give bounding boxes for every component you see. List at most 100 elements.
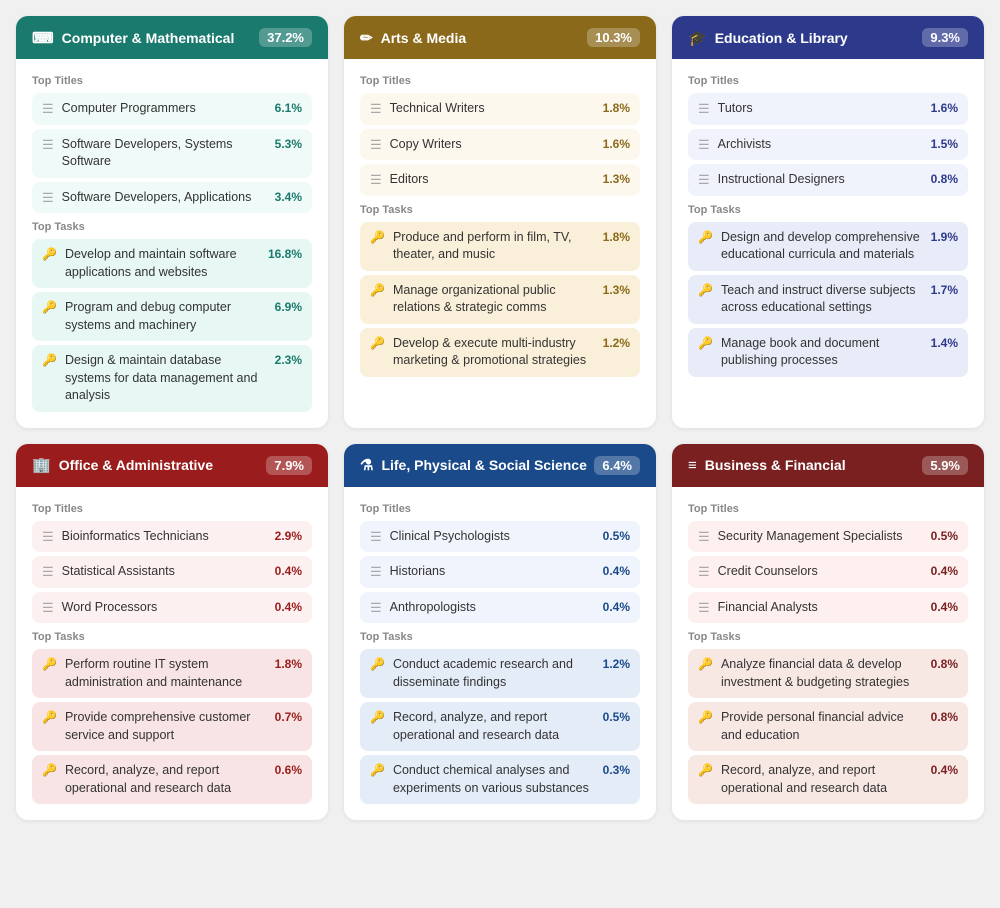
titles-section-label: Top Titles (360, 503, 640, 515)
title-icon: ☰ (370, 172, 382, 188)
task-icon: 🔑 (42, 657, 57, 671)
title-row-left: ☰ Security Management Specialists (698, 528, 923, 546)
card-body-office-administrative: Top Titles ☰ Bioinformatics Technicians … (16, 487, 328, 821)
title-row-left: ☰ Editors (370, 171, 595, 189)
task-text: Program and debug computer systems and m… (65, 299, 267, 334)
task-row: 🔑 Record, analyze, and report operationa… (32, 755, 312, 804)
card-percentage-badge: 5.9% (922, 456, 968, 475)
card-business-financial: ≡ Business & Financial 5.9% Top Titles ☰… (672, 444, 984, 821)
card-header-computer-mathematical: ⌨ Computer & Mathematical 37.2% (16, 16, 328, 59)
task-text: Develop & execute multi-industry marketi… (393, 335, 595, 370)
task-percentage: 1.3% (603, 283, 630, 297)
task-row-left: 🔑 Manage book and document publishing pr… (698, 335, 923, 370)
task-row-left: 🔑 Perform routine IT system administrati… (42, 656, 267, 691)
task-row-left: 🔑 Record, analyze, and report operationa… (698, 762, 923, 797)
title-row: ☰ Technical Writers 1.8% (360, 93, 640, 125)
title-row-left: ☰ Copy Writers (370, 136, 595, 154)
title-row: ☰ Tutors 1.6% (688, 93, 968, 125)
title-icon: ☰ (42, 101, 54, 117)
card-title: Education & Library (715, 30, 848, 46)
task-icon: 🔑 (42, 353, 57, 367)
title-icon: ☰ (698, 172, 710, 188)
header-left: 🏢 Office & Administrative (32, 456, 213, 474)
task-row: 🔑 Develop and maintain software applicat… (32, 239, 312, 288)
task-row-left: 🔑 Record, analyze, and report operationa… (370, 709, 595, 744)
title-icon: ☰ (42, 600, 54, 616)
task-row-left: 🔑 Develop & execute multi-industry marke… (370, 335, 595, 370)
title-percentage: 0.8% (931, 172, 958, 186)
task-row-left: 🔑 Produce and perform in film, TV, theat… (370, 229, 595, 264)
title-icon: ☰ (42, 529, 54, 545)
task-percentage: 0.4% (931, 763, 958, 777)
task-text: Analyze financial data & develop investm… (721, 656, 923, 691)
title-icon: ☰ (370, 529, 382, 545)
title-icon: ☰ (698, 600, 710, 616)
card-header-education-library: 🎓 Education & Library 9.3% (672, 16, 984, 59)
title-percentage: 0.4% (603, 564, 630, 578)
task-row-left: 🔑 Conduct chemical analyses and experime… (370, 762, 595, 797)
titles-section-label: Top Titles (688, 75, 968, 87)
task-percentage: 0.6% (275, 763, 302, 777)
card-title: Computer & Mathematical (62, 30, 235, 46)
card-body-life-physical-social: Top Titles ☰ Clinical Psychologists 0.5%… (344, 487, 656, 821)
category-icon: ≡ (688, 457, 697, 474)
task-row-left: 🔑 Analyze financial data & develop inves… (698, 656, 923, 691)
title-row: ☰ Copy Writers 1.6% (360, 129, 640, 161)
title-row: ☰ Editors 1.3% (360, 164, 640, 196)
category-icon: ✏ (360, 29, 373, 47)
task-percentage: 1.2% (603, 336, 630, 350)
task-percentage: 1.8% (603, 230, 630, 244)
title-percentage: 0.4% (275, 564, 302, 578)
tasks-section: Top Tasks 🔑 Conduct academic research an… (360, 631, 640, 804)
task-row: 🔑 Perform routine IT system administrati… (32, 649, 312, 698)
title-icon: ☰ (370, 101, 382, 117)
task-text: Produce and perform in film, TV, theater… (393, 229, 595, 264)
task-row: 🔑 Produce and perform in film, TV, theat… (360, 222, 640, 271)
task-text: Design & maintain database systems for d… (65, 352, 267, 405)
task-row: 🔑 Provide comprehensive customer service… (32, 702, 312, 751)
header-left: ≡ Business & Financial (688, 457, 846, 474)
title-text: Tutors (718, 100, 753, 118)
title-row-left: ☰ Technical Writers (370, 100, 595, 118)
title-text: Software Developers, Systems Software (62, 136, 267, 171)
task-row: 🔑 Manage book and document publishing pr… (688, 328, 968, 377)
title-icon: ☰ (698, 137, 710, 153)
title-row: ☰ Computer Programmers 6.1% (32, 93, 312, 125)
task-row-left: 🔑 Design and develop comprehensive educa… (698, 229, 923, 264)
task-icon: 🔑 (42, 710, 57, 724)
task-icon: 🔑 (370, 283, 385, 297)
category-icon: 🏢 (32, 456, 51, 474)
task-icon: 🔑 (698, 763, 713, 777)
title-row: ☰ Security Management Specialists 0.5% (688, 521, 968, 553)
task-row-left: 🔑 Develop and maintain software applicat… (42, 246, 260, 281)
task-row: 🔑 Analyze financial data & develop inves… (688, 649, 968, 698)
task-row: 🔑 Manage organizational public relations… (360, 275, 640, 324)
title-text: Credit Counselors (718, 563, 818, 581)
title-row-left: ☰ Anthropologists (370, 599, 595, 617)
title-row: ☰ Instructional Designers 0.8% (688, 164, 968, 196)
titles-section-label: Top Titles (360, 75, 640, 87)
title-row: ☰ Bioinformatics Technicians 2.9% (32, 521, 312, 553)
title-text: Word Processors (62, 599, 158, 617)
title-row-left: ☰ Bioinformatics Technicians (42, 528, 267, 546)
task-text: Teach and instruct diverse subjects acro… (721, 282, 923, 317)
title-icon: ☰ (698, 529, 710, 545)
card-header-arts-media: ✏ Arts & Media 10.3% (344, 16, 656, 59)
title-text: Archivists (718, 136, 771, 154)
task-text: Perform routine IT system administration… (65, 656, 267, 691)
task-row: 🔑 Develop & execute multi-industry marke… (360, 328, 640, 377)
title-row-left: ☰ Software Developers, Applications (42, 189, 267, 207)
card-percentage-badge: 37.2% (259, 28, 312, 47)
title-row-left: ☰ Statistical Assistants (42, 563, 267, 581)
task-icon: 🔑 (698, 283, 713, 297)
title-percentage: 0.5% (603, 529, 630, 543)
title-percentage: 2.9% (275, 529, 302, 543)
title-percentage: 0.4% (603, 600, 630, 614)
task-row: 🔑 Record, analyze, and report operationa… (360, 702, 640, 751)
task-icon: 🔑 (370, 230, 385, 244)
card-office-administrative: 🏢 Office & Administrative 7.9% Top Title… (16, 444, 328, 821)
task-row: 🔑 Conduct academic research and dissemin… (360, 649, 640, 698)
task-percentage: 16.8% (268, 247, 302, 261)
task-row: 🔑 Provide personal financial advice and … (688, 702, 968, 751)
tasks-section-label: Top Tasks (688, 204, 968, 216)
